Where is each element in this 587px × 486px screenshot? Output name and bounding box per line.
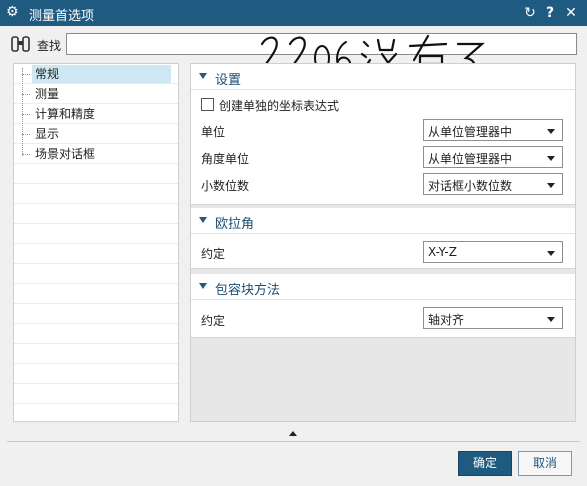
tree-item-general[interactable]: 常规 bbox=[32, 65, 171, 83]
tree-item-measure[interactable]: 测量 bbox=[32, 85, 62, 103]
search-input[interactable] bbox=[66, 33, 577, 55]
field-label: 单位 bbox=[201, 125, 226, 139]
find-row: 查找 bbox=[0, 26, 587, 62]
tree-item-scene-dialog[interactable]: 场景对话框 bbox=[32, 145, 98, 163]
tree-row bbox=[14, 304, 178, 324]
select-value: 从单位管理器中 bbox=[428, 125, 513, 139]
tree-connector bbox=[22, 94, 30, 95]
tree-row bbox=[14, 324, 178, 344]
close-icon[interactable]: ✕ bbox=[562, 3, 580, 23]
tree-item-display[interactable]: 显示 bbox=[32, 125, 62, 143]
collapse-arrow-icon bbox=[199, 283, 207, 289]
bounding-box-section: 包容块方法 约定 轴对齐 bbox=[191, 274, 575, 338]
tree-connector bbox=[22, 154, 30, 155]
tree-row bbox=[14, 284, 178, 304]
field-label: 小数位数 bbox=[201, 179, 250, 193]
checkbox-label: 创建单独的坐标表达式 bbox=[219, 99, 340, 113]
chevron-down-icon bbox=[547, 129, 555, 134]
title-bar: ⚙ 测量首选项 ↻ ? ✕ bbox=[0, 0, 587, 26]
chevron-down-icon bbox=[547, 251, 555, 256]
field-label: 约定 bbox=[201, 247, 226, 261]
select-value: 对话框小数位数 bbox=[428, 179, 513, 193]
euler-convention-select[interactable]: X-Y-Z bbox=[423, 241, 563, 263]
tree-row bbox=[14, 344, 178, 364]
help-icon[interactable]: ? bbox=[541, 3, 559, 23]
euler-section-header[interactable]: 欧拉角 bbox=[191, 208, 575, 234]
bounding-box-convention-select[interactable]: 轴对齐 bbox=[423, 307, 563, 329]
tree-row bbox=[14, 404, 178, 424]
tree-row bbox=[14, 224, 178, 244]
settings-section-header[interactable]: 设置 bbox=[191, 64, 575, 90]
select-value: 从单位管理器中 bbox=[428, 152, 513, 166]
collapse-arrow-icon bbox=[199, 73, 207, 79]
tree-connector bbox=[22, 68, 23, 156]
separate-coordinates-checkbox[interactable] bbox=[201, 98, 214, 111]
tree-row bbox=[14, 184, 178, 204]
section-title: 包容块方法 bbox=[215, 283, 281, 298]
collapse-up-icon[interactable] bbox=[289, 431, 297, 436]
divider bbox=[7, 441, 580, 442]
collapse-arrow-icon bbox=[199, 217, 207, 223]
tree-connector bbox=[22, 74, 30, 75]
select-value: 轴对齐 bbox=[428, 313, 465, 327]
chevron-down-icon bbox=[547, 317, 555, 322]
unit-select[interactable]: 从单位管理器中 bbox=[423, 119, 563, 141]
decimal-places-select[interactable]: 对话框小数位数 bbox=[423, 173, 563, 195]
bounding-box-section-header[interactable]: 包容块方法 bbox=[191, 274, 575, 300]
chevron-down-icon bbox=[547, 183, 555, 188]
tree-row bbox=[14, 164, 178, 184]
gear-icon[interactable]: ⚙ bbox=[6, 4, 22, 20]
cancel-button[interactable]: 取消 bbox=[518, 451, 572, 476]
window-title: 测量首选项 bbox=[29, 9, 95, 24]
tree-row bbox=[14, 364, 178, 384]
euler-section: 欧拉角 约定 X-Y-Z bbox=[191, 208, 575, 269]
chevron-down-icon bbox=[547, 156, 555, 161]
field-label: 角度单位 bbox=[201, 152, 250, 166]
category-tree: 常规 测量 计算和精度 显示 场景对话框 bbox=[13, 63, 179, 424]
tree-item-calculation[interactable]: 计算和精度 bbox=[32, 105, 98, 123]
binoculars-icon bbox=[11, 36, 30, 52]
tree-row bbox=[14, 244, 178, 264]
settings-panel: 设置 创建单独的坐标表达式 单位 从单位管理器中 角度单位 从单位管理器中 小数… bbox=[190, 63, 576, 422]
reset-icon[interactable]: ↻ bbox=[521, 3, 539, 23]
angle-unit-select[interactable]: 从单位管理器中 bbox=[423, 146, 563, 168]
tree-row bbox=[14, 264, 178, 284]
tree-connector bbox=[22, 134, 30, 135]
select-value: X-Y-Z bbox=[428, 245, 457, 259]
section-title: 欧拉角 bbox=[215, 217, 255, 232]
settings-section: 设置 创建单独的坐标表达式 单位 从单位管理器中 角度单位 从单位管理器中 小数… bbox=[191, 64, 575, 205]
ok-button[interactable]: 确定 bbox=[458, 451, 512, 476]
field-label: 约定 bbox=[201, 314, 226, 328]
section-title: 设置 bbox=[215, 73, 242, 88]
tree-row bbox=[14, 204, 178, 224]
tree-row bbox=[14, 384, 178, 404]
find-label: 查找 bbox=[37, 39, 62, 53]
tree-connector bbox=[22, 114, 30, 115]
